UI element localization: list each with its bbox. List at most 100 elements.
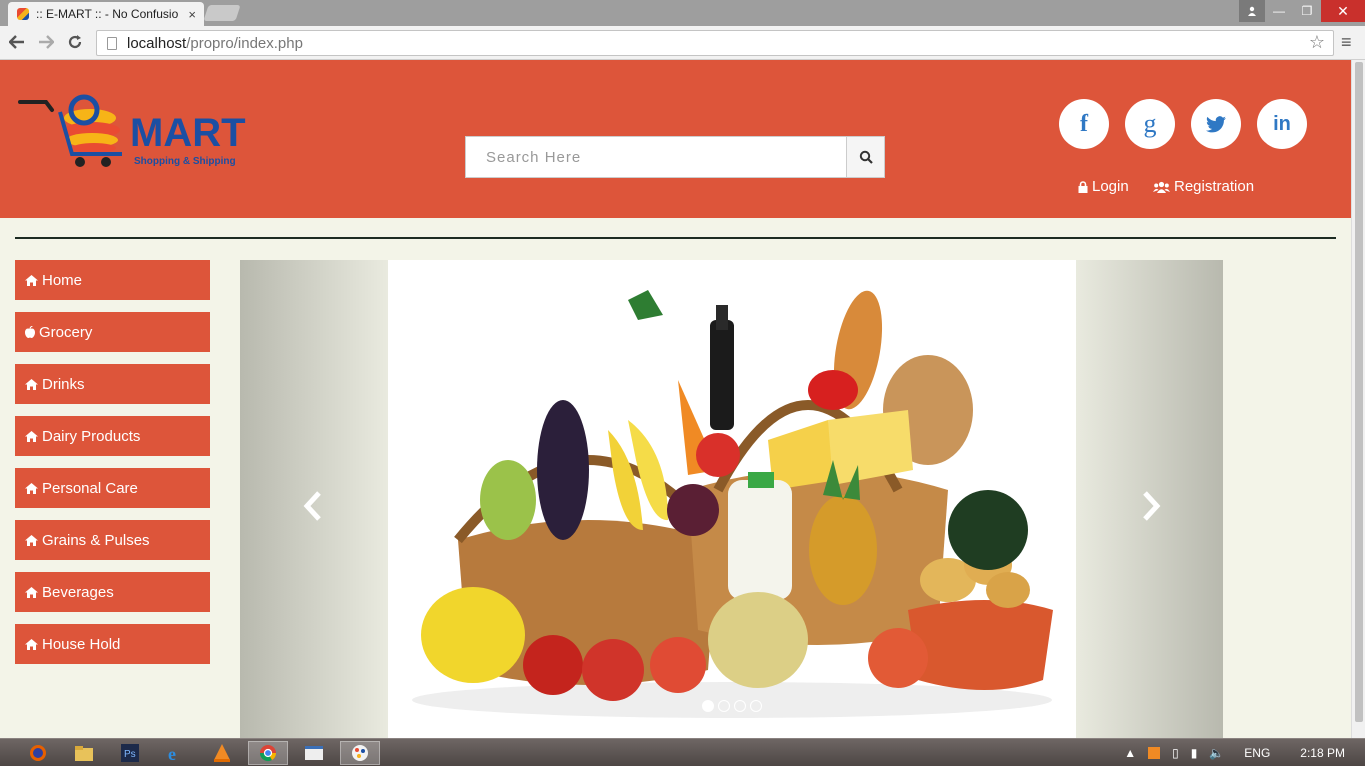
- home-icon: [25, 430, 39, 442]
- close-window-button[interactable]: ✕: [1321, 0, 1365, 22]
- sidebar-item-label: Grains & Pulses: [42, 531, 150, 549]
- header-divider: [15, 237, 1336, 239]
- sidebar-item-grains-pulses[interactable]: Grains & Pulses: [15, 520, 210, 560]
- lock-icon: [1078, 180, 1088, 193]
- language-indicator[interactable]: ENG: [1244, 746, 1270, 760]
- page-icon: [107, 36, 117, 50]
- url-path: /propro/index.php: [186, 34, 303, 52]
- sidebar-item-drinks[interactable]: Drinks: [15, 364, 210, 404]
- home-icon: [25, 482, 39, 494]
- restore-button[interactable]: ❐: [1293, 0, 1321, 22]
- device-icon[interactable]: ▯: [1172, 746, 1179, 760]
- browser-tabstrip: :: E-MART :: - No Confusio × — ❐ ✕: [0, 0, 1365, 26]
- svg-text:Ps: Ps: [124, 749, 136, 760]
- site-header: MART Shopping & Shipping f g in Login: [0, 60, 1351, 218]
- search-icon: [859, 150, 873, 164]
- sidebar-item-label: Grocery: [39, 323, 93, 341]
- registration-link[interactable]: Registration: [1153, 178, 1254, 195]
- carousel-indicator-4[interactable]: [750, 700, 762, 712]
- sidebar-item-home[interactable]: Home: [15, 260, 210, 300]
- logo-tagline: Shopping & Shipping: [134, 156, 236, 167]
- logo-wordmark: MART: [130, 111, 246, 155]
- back-arrow-icon[interactable]: [6, 31, 28, 53]
- tray-expand-icon[interactable]: ▲: [1124, 746, 1136, 760]
- facebook-button[interactable]: f: [1059, 99, 1109, 149]
- sidebar-item-label: House Hold: [42, 635, 121, 653]
- sidebar-item-beverages[interactable]: Beverages: [15, 572, 210, 612]
- hero-carousel: [240, 260, 1223, 738]
- carousel-indicator-2[interactable]: [718, 700, 730, 712]
- firefox-icon[interactable]: [18, 741, 58, 765]
- xampp-icon[interactable]: [1148, 747, 1161, 759]
- sidebar-item-label: Drinks: [42, 375, 85, 393]
- linkedin-icon: in: [1273, 112, 1291, 135]
- search-button[interactable]: [846, 136, 885, 178]
- forward-arrow-icon[interactable]: [35, 31, 57, 53]
- clock[interactable]: 2:18 PM: [1300, 746, 1345, 760]
- category-sidebar: Home Grocery Drinks Dairy Products Perso…: [15, 260, 210, 676]
- network-icon[interactable]: ▮: [1191, 746, 1198, 760]
- sidebar-item-label: Personal Care: [42, 479, 138, 497]
- window-controls: — ❐ ✕: [1239, 0, 1365, 22]
- windows-taskbar: Ps e ▲ ▯ ▮ 🔈 ENG 2:18 PM: [0, 738, 1365, 766]
- linkedin-button[interactable]: in: [1257, 99, 1307, 149]
- carousel-prev-button[interactable]: [298, 486, 328, 526]
- sidebar-item-personal-care[interactable]: Personal Care: [15, 468, 210, 508]
- svg-text:e: e: [168, 744, 176, 762]
- page-scrollbar[interactable]: [1351, 60, 1365, 738]
- sidebar-item-label: Home: [42, 271, 83, 289]
- carousel-next-button[interactable]: [1136, 486, 1166, 526]
- login-label: Login: [1092, 178, 1129, 195]
- site-logo[interactable]: MART Shopping & Shipping: [18, 88, 248, 172]
- tab-close-icon[interactable]: ×: [188, 7, 196, 22]
- twitter-button[interactable]: [1191, 99, 1241, 149]
- reload-icon[interactable]: [64, 31, 86, 53]
- google-button[interactable]: g: [1125, 99, 1175, 149]
- home-icon: [25, 378, 39, 390]
- home-icon: [25, 586, 39, 598]
- home-icon: [25, 638, 39, 650]
- browser-toolbar: localhost/propro/index.php ☆ ≡: [0, 26, 1365, 60]
- registration-label: Registration: [1174, 178, 1255, 195]
- browser-tab[interactable]: :: E-MART :: - No Confusio ×: [8, 2, 204, 26]
- home-icon: [25, 274, 39, 286]
- volume-icon[interactable]: 🔈: [1209, 746, 1224, 760]
- browser-menu-icon[interactable]: ≡: [1341, 33, 1357, 51]
- bookmark-star-icon[interactable]: ☆: [1309, 32, 1325, 53]
- favicon-icon: [16, 7, 30, 21]
- vlc-icon[interactable]: [202, 741, 242, 765]
- twitter-icon: [1206, 115, 1226, 132]
- sidebar-item-label: Beverages: [42, 583, 114, 601]
- facebook-icon: f: [1080, 110, 1088, 137]
- carousel-indicator-3[interactable]: [734, 700, 746, 712]
- new-tab-button[interactable]: [203, 5, 241, 21]
- internet-explorer-icon[interactable]: e: [156, 741, 196, 765]
- sidebar-item-grocery[interactable]: Grocery: [15, 312, 210, 352]
- login-link[interactable]: Login: [1078, 178, 1129, 195]
- address-bar[interactable]: localhost/propro/index.php ☆: [96, 30, 1334, 56]
- page-viewport: MART Shopping & Shipping f g in Login: [0, 60, 1351, 738]
- carousel-indicator-1[interactable]: [702, 700, 714, 712]
- chevron-left-icon: [303, 491, 321, 521]
- sidebar-item-dairy-products[interactable]: Dairy Products: [15, 416, 210, 456]
- paint-app-icon[interactable]: [340, 741, 380, 765]
- search-input[interactable]: [465, 136, 846, 178]
- minimize-button[interactable]: —: [1265, 0, 1293, 22]
- user-profile-icon[interactable]: [1239, 0, 1265, 22]
- apple-icon: [25, 326, 36, 338]
- window-app-icon[interactable]: [294, 741, 334, 765]
- sidebar-item-house-hold[interactable]: House Hold: [15, 624, 210, 664]
- users-icon: [1153, 181, 1170, 193]
- home-icon: [25, 534, 39, 546]
- url-host: localhost: [127, 34, 187, 52]
- chevron-right-icon: [1143, 491, 1161, 521]
- system-tray: ▲ ▯ ▮ 🔈 ENG 2:18 PM: [1118, 739, 1365, 766]
- photoshop-icon[interactable]: Ps: [110, 741, 150, 765]
- carousel-indicators: [702, 700, 762, 712]
- chrome-icon[interactable]: [248, 741, 288, 765]
- file-explorer-icon[interactable]: [64, 741, 104, 765]
- scrollbar-thumb[interactable]: [1355, 62, 1363, 722]
- carousel-slide-image: [388, 260, 1076, 738]
- search-box: [465, 136, 885, 178]
- google-icon: g: [1143, 109, 1157, 138]
